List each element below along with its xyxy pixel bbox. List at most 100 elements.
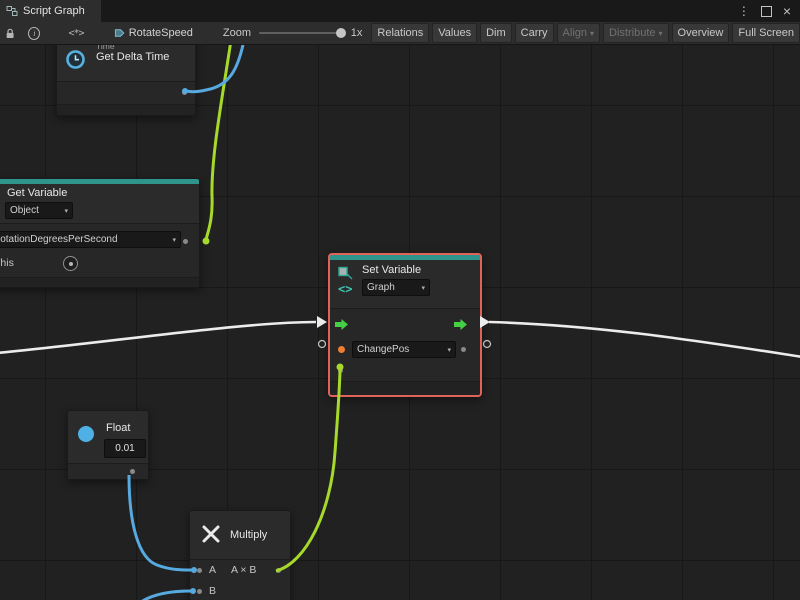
value-output-port[interactable]: [461, 347, 466, 352]
code-icon[interactable]: <*>: [68, 28, 83, 39]
node-body: A A × B B: [190, 559, 290, 600]
node-title: Multiply: [230, 529, 267, 541]
variable-name-dropdown[interactable]: ChangePos ▾: [352, 341, 456, 358]
distribute-button[interactable]: Distribute ▾: [603, 23, 668, 43]
variable-scope-dropdown[interactable]: Object ▾: [5, 202, 73, 219]
carry-button[interactable]: Carry: [515, 23, 554, 43]
graph-toolbar: i <*> RotateSpeed Zoom 1x Relations Valu…: [0, 22, 800, 45]
toolbar-buttons: Relations Values Dim Carry Align ▾ Distr…: [368, 23, 800, 43]
align-label: Align: [563, 27, 587, 39]
chevron-down-icon: ▾: [659, 29, 663, 38]
lock-icon[interactable]: [5, 27, 15, 40]
menu-icon[interactable]: ⋮: [738, 5, 750, 17]
wire-endpoint: [203, 238, 210, 245]
control-input-port[interactable]: [335, 319, 348, 330]
node-get-variable[interactable]: Get Variable Object ▾ RotationDegreesPer…: [0, 178, 200, 288]
maximize-icon[interactable]: [761, 6, 772, 17]
port-row: [68, 463, 148, 479]
zoom-label: Zoom: [223, 27, 251, 39]
node-title: Get Delta Time: [96, 51, 169, 63]
window-controls: ⋮ ×: [738, 0, 800, 22]
node-footer: [57, 104, 195, 115]
node-body: ChangePos ▾: [330, 309, 480, 381]
value-output-port[interactable]: [130, 469, 135, 474]
wire-blue-float: [129, 475, 192, 570]
object-picker-dot: [69, 262, 73, 266]
dropdown-value: Object: [10, 205, 39, 216]
wire-control-in: [0, 322, 316, 353]
tab-bar: Script Graph ⋮ ×: [0, 0, 800, 22]
zoom-value: 1x: [351, 27, 363, 39]
chevron-down-icon: ▾: [169, 236, 176, 244]
node-title: Float: [106, 422, 130, 434]
node-header: Float 0.01: [68, 411, 148, 463]
multiply-icon: [200, 523, 222, 545]
graph-canvas[interactable]: Time Get Delta Time Get Variable Object …: [0, 44, 800, 600]
input-port-b[interactable]: [197, 589, 202, 594]
float-icon: [78, 426, 94, 442]
node-float[interactable]: Float 0.01: [67, 410, 149, 480]
node-header: Time Get Delta Time: [57, 44, 195, 81]
variable-scope-dropdown[interactable]: Graph ▾: [362, 279, 430, 296]
node-body: RotationDegreesPerSecond ▾ This: [0, 224, 199, 277]
float-value-input[interactable]: 0.01: [104, 439, 146, 458]
tab-label: Script Graph: [23, 5, 85, 17]
node-title: Get Variable: [7, 187, 193, 199]
script-graph-icon: [6, 5, 18, 17]
node-title: Set Variable: [362, 264, 430, 276]
info-icon[interactable]: i: [28, 27, 40, 40]
dropdown-value: Graph: [367, 282, 395, 293]
dropdown-value: RotationDegreesPerSecond: [0, 234, 118, 245]
chevron-down-icon: ▾: [418, 284, 425, 292]
node-multiply[interactable]: Multiply A A × B B: [189, 510, 291, 600]
align-button[interactable]: Align ▾: [557, 23, 600, 43]
dropdown-value: ChangePos: [357, 344, 409, 355]
zoom-slider-knob[interactable]: [336, 28, 346, 38]
variable-name-dropdown[interactable]: RotationDegreesPerSecond ▾: [0, 231, 181, 248]
output-port-result[interactable]: [276, 568, 281, 573]
node-header: <> Set Variable Graph ▾: [330, 260, 480, 308]
overview-button[interactable]: Overview: [672, 23, 730, 43]
node-header: Multiply: [190, 511, 290, 559]
distribute-label: Distribute: [609, 27, 655, 39]
value-input-port[interactable]: [338, 346, 345, 353]
port-row: [57, 81, 195, 104]
chevron-down-icon: ▾: [444, 346, 451, 354]
port-a-label: A: [209, 564, 216, 576]
input-port-a[interactable]: [197, 568, 202, 573]
object-picker-icon[interactable]: [63, 256, 78, 271]
clock-icon: [65, 49, 86, 70]
port-result-label: A × B: [231, 564, 256, 576]
chevron-down-icon: ▾: [590, 29, 594, 38]
this-port-label: This: [0, 257, 14, 269]
input-port[interactable]: [338, 368, 343, 373]
node-category: Time: [96, 44, 169, 51]
close-icon[interactable]: ×: [783, 4, 791, 18]
graph-asset-icon: [114, 27, 125, 39]
wire-control-out: [489, 322, 800, 357]
tab-script-graph[interactable]: Script Graph: [0, 0, 101, 22]
node-set-variable[interactable]: <> Set Variable Graph ▾: [328, 253, 482, 397]
control-in-arrowhead: [317, 316, 327, 328]
control-output-port[interactable]: [454, 319, 467, 330]
zoom-slider[interactable]: [259, 32, 343, 34]
values-button[interactable]: Values: [432, 23, 477, 43]
chevron-down-icon: ▾: [61, 207, 68, 215]
graph-name: RotateSpeed: [129, 27, 193, 39]
unconnected-port-right: [484, 341, 491, 348]
port-b-label: B: [209, 585, 216, 597]
value-output-port[interactable]: [182, 90, 187, 95]
unconnected-port-left: [319, 341, 326, 348]
node-header: Get Variable Object ▾: [0, 184, 199, 223]
svg-text:<>: <>: [338, 282, 352, 296]
full-screen-button[interactable]: Full Screen: [732, 23, 800, 43]
node-footer: [330, 381, 480, 395]
relations-button[interactable]: Relations: [371, 23, 429, 43]
node-footer: [0, 277, 199, 287]
wire-blue-bottom: [141, 591, 191, 600]
dim-button[interactable]: Dim: [480, 23, 512, 43]
node-get-delta-time[interactable]: Time Get Delta Time: [56, 44, 196, 116]
graph-variable-icon: <>: [336, 264, 356, 296]
value-output-port[interactable]: [183, 239, 188, 244]
wire-green-top: [206, 44, 231, 240]
